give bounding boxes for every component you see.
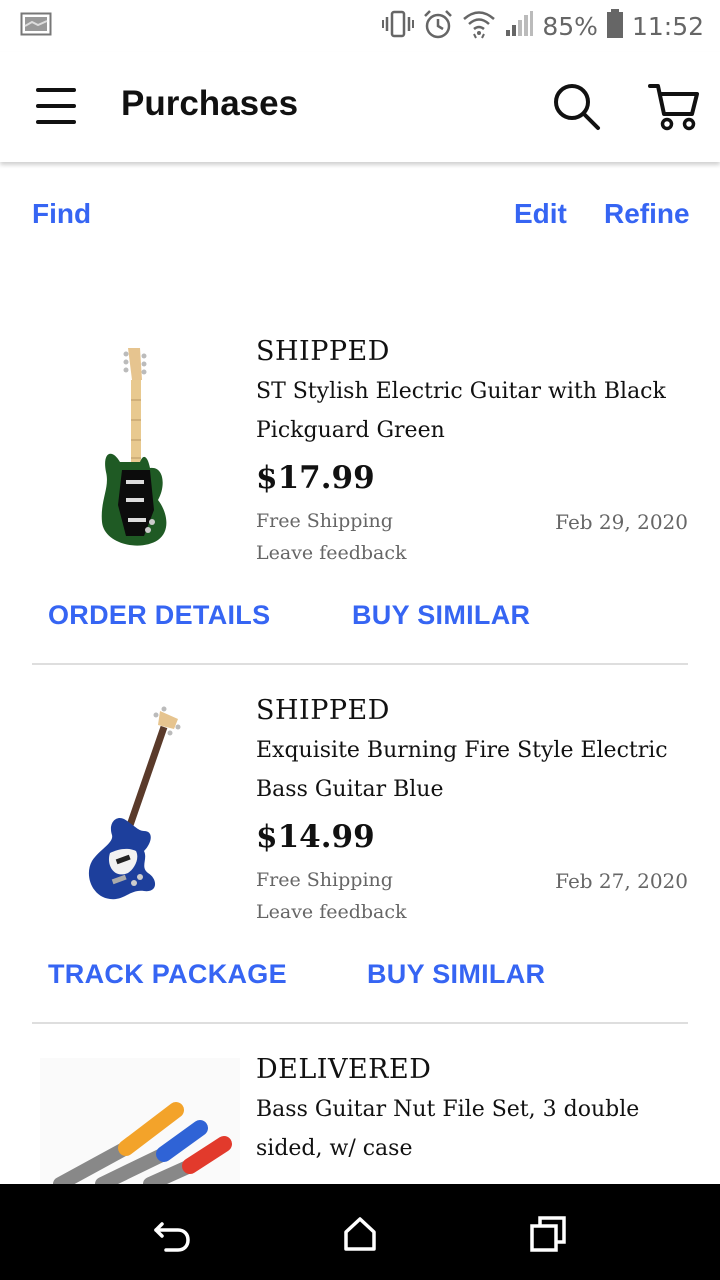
order-date: Feb 27, 2020 xyxy=(555,869,688,893)
back-button[interactable] xyxy=(152,1214,192,1254)
home-button[interactable] xyxy=(340,1214,380,1254)
item-price: $17.99 xyxy=(256,460,375,496)
home-icon xyxy=(344,1217,376,1251)
buy-similar-button[interactable]: BUY SIMILAR xyxy=(367,959,545,990)
divider xyxy=(32,663,688,665)
alarm-icon xyxy=(422,8,454,45)
product-image-blue-bass xyxy=(40,703,240,933)
shipping-info: Free Shipping xyxy=(256,869,393,891)
order-status: SHIPPED xyxy=(256,336,390,367)
shipping-info: Free Shipping xyxy=(256,510,393,532)
battery-icon xyxy=(606,9,624,44)
system-nav-bar xyxy=(0,1184,720,1280)
leave-feedback-link[interactable]: Leave feedback xyxy=(256,542,407,564)
item-title[interactable]: Exquisite Burning Fire Style Electric Ba… xyxy=(256,731,686,809)
back-icon xyxy=(154,1222,190,1252)
recents-icon xyxy=(530,1216,566,1252)
recents-button[interactable] xyxy=(528,1214,568,1254)
menu-button[interactable] xyxy=(34,86,78,126)
edit-button[interactable]: Edit xyxy=(514,198,567,230)
status-bar: 85% 11:52 xyxy=(0,0,720,52)
divider xyxy=(32,1022,688,1024)
cart-button[interactable] xyxy=(646,80,702,134)
image-notification-icon xyxy=(20,12,52,41)
order-status: DELIVERED xyxy=(256,1054,432,1085)
item-title[interactable]: ST Stylish Electric Guitar with Black Pi… xyxy=(256,372,686,450)
product-image-green-guitar xyxy=(40,340,240,570)
app-bar: Purchases xyxy=(0,52,720,162)
search-icon xyxy=(554,84,600,130)
page-title: Purchases xyxy=(121,84,299,123)
item-title[interactable]: Bass Guitar Nut File Set, 3 double sided… xyxy=(256,1090,686,1168)
vibrate-icon xyxy=(382,9,415,44)
product-image-nut-file-set xyxy=(40,1058,240,1184)
find-button[interactable]: Find xyxy=(32,198,91,230)
leave-feedback-link[interactable]: Leave feedback xyxy=(256,901,407,923)
order-status: SHIPPED xyxy=(256,695,390,726)
track-package-button[interactable]: TRACK PACKAGE xyxy=(48,959,287,990)
cart-icon xyxy=(648,84,699,131)
order-date: Feb 29, 2020 xyxy=(555,510,688,534)
buy-similar-button[interactable]: BUY SIMILAR xyxy=(352,600,530,631)
signal-icon xyxy=(504,10,534,43)
refine-button[interactable]: Refine xyxy=(604,198,690,230)
battery-percentage: 85% xyxy=(542,12,598,41)
search-button[interactable] xyxy=(550,80,604,134)
clock-time: 11:52 xyxy=(631,12,704,41)
wifi-icon xyxy=(462,8,496,45)
item-price: $14.99 xyxy=(256,819,375,855)
order-details-button[interactable]: ORDER DETAILS xyxy=(48,600,270,631)
